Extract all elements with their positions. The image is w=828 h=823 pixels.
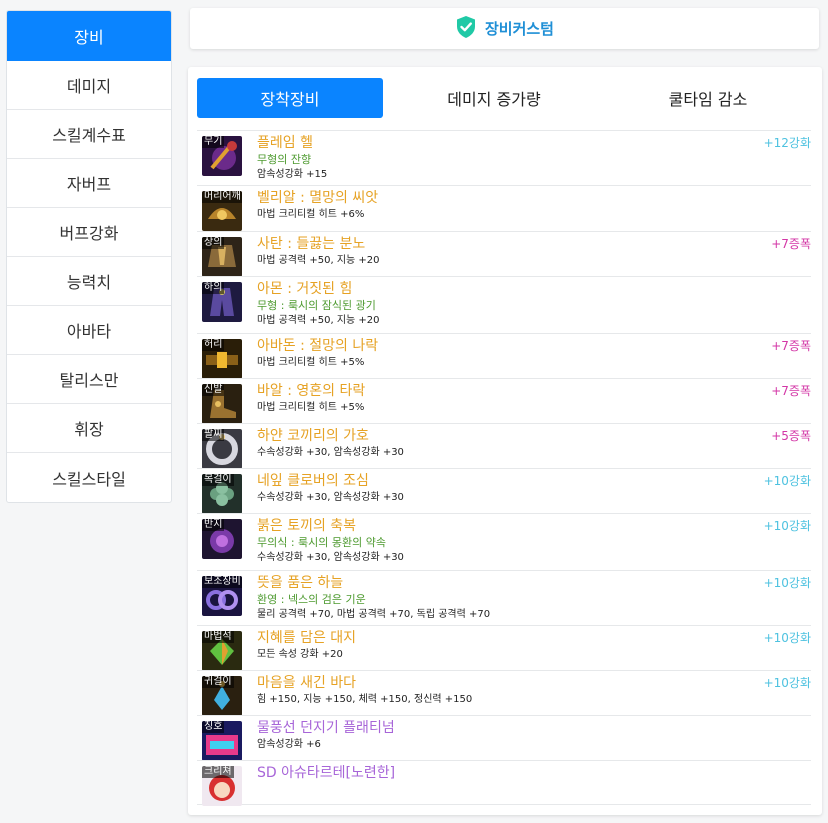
bracelet-icon: 팔찌 (202, 429, 242, 469)
top-armor-icon: 상의 (202, 237, 242, 277)
item-name: 뜻을 품은 하늘 (257, 575, 344, 591)
sidebar-item-talisman[interactable]: 탈리스만 (7, 355, 171, 404)
upgrade-badge: +10강화 (763, 676, 811, 690)
item-stats: 마법 공격력 +50, 지능 +20 (257, 255, 380, 266)
sidebar-item-damage[interactable]: 데미지 (7, 61, 171, 110)
upgrade-badge: +10강화 (763, 631, 811, 645)
sidebar-item-buff-enhance[interactable]: 버프강화 (7, 208, 171, 257)
equipment-row-necklace[interactable]: 목걸이 네잎 클로버의 조심 수속성강화 +30, 암속성강화 +30 +10강… (197, 468, 811, 514)
equipment-panel: 장착장비 데미지 증가량 쿨타임 감소 무기 플레임 헬 무형의 잔향 암속성강… (188, 67, 822, 815)
item-name: 바알 : 영혼의 타락 (257, 383, 366, 399)
sidebar-item-avatar[interactable]: 아바타 (7, 306, 171, 355)
tab-cooldown-reduction[interactable]: 쿨타임 감소 (605, 78, 811, 118)
equipment-row-shoulder[interactable]: 머리어깨 벨리알 : 멸망의 씨앗 마법 크리티컬 히트 +6% (197, 185, 811, 231)
item-option: 무형의 잔향 (257, 153, 312, 166)
ring-icon: 반지 (202, 519, 242, 559)
upgrade-badge: +12강화 (763, 136, 811, 150)
tab-damage-increase[interactable]: 데미지 증가량 (383, 78, 605, 118)
equipment-row-earring[interactable]: 귀걸이 마음을 새긴 바다 힘 +150, 지능 +150, 체력 +150, … (197, 670, 811, 716)
item-option: 환영 : 넥스의 검은 기운 (257, 593, 366, 606)
item-name: 붉은 토끼의 축복 (257, 518, 357, 534)
sidebar-item-equipment[interactable]: 장비 (7, 11, 171, 61)
item-name: 아몬 : 거짓된 힘 (257, 281, 353, 297)
equipment-row-bracelet[interactable]: 팔찌 하얀 코끼리의 가호 수속성강화 +30, 암속성강화 +30 +5증폭 (197, 423, 811, 469)
item-name: 마음을 새긴 바다 (257, 675, 357, 691)
sidebar-item-skill-style[interactable]: 스킬스타일 (7, 453, 171, 502)
equipment-row-magic-stone[interactable]: 마법석 지혜를 담은 대지 모든 속성 강화 +20 +10강화 (197, 625, 811, 671)
item-stats: 힘 +150, 지능 +150, 체력 +150, 정신력 +150 (257, 694, 473, 705)
item-stats: 물리 공격력 +70, 마법 공격력 +70, 독립 공격력 +70 (257, 609, 491, 620)
item-stats: 마법 크리티컬 히트 +6% (257, 209, 365, 220)
shoulder-icon: 머리어깨 (202, 191, 242, 231)
item-stats: 수속성강화 +30, 암속성강화 +30 (257, 552, 404, 563)
upgrade-badge: +10강화 (763, 576, 811, 590)
tab-bar: 장착장비 데미지 증가량 쿨타임 감소 (197, 78, 811, 118)
bottom-armor-icon: 하의 (202, 282, 242, 322)
item-stats: 수속성강화 +30, 암속성강화 +30 (257, 447, 404, 458)
amplify-badge: +5증폭 (771, 429, 811, 443)
necklace-icon: 목걸이 (202, 474, 242, 514)
item-name: 벨리알 : 멸망의 씨앗 (257, 190, 379, 206)
sub-equipment-icon: 보조장비 (202, 576, 242, 616)
item-stats: 모든 속성 강화 +20 (257, 649, 343, 660)
amplify-badge: +7증폭 (771, 237, 811, 251)
shield-check-icon (455, 15, 477, 43)
equipment-custom-button[interactable]: 장비커스텀 (190, 8, 819, 49)
tab-equipped-gear[interactable]: 장착장비 (197, 78, 383, 118)
item-option: 무의식 : 룩시의 몽환의 약속 (257, 536, 387, 549)
item-name: 지혜를 담은 대지 (257, 630, 357, 646)
item-name: 사탄 : 들끓는 분노 (257, 236, 366, 252)
sidebar-menu: 장비 데미지 스킬계수표 자버프 버프강화 능력치 아바타 탈리스만 휘장 스킬… (6, 10, 172, 503)
equipment-row-shoes[interactable]: 신발 바알 : 영혼의 타락 마법 크리티컬 히트 +5% +7증폭 (197, 378, 811, 424)
item-name: SD 아슈타르테[노련한] (257, 765, 396, 781)
equipment-row-sub-weapon[interactable]: 보조장비 뜻을 품은 하늘 환영 : 넥스의 검은 기운 물리 공격력 +70,… (197, 570, 811, 625)
item-name: 아바돈 : 절망의 나락 (257, 338, 379, 354)
equipment-row-belt[interactable]: 허리 아바돈 : 절망의 나락 마법 크리티컬 히트 +5% +7증폭 (197, 333, 811, 379)
sidebar-item-skill-coefficient[interactable]: 스킬계수표 (7, 110, 171, 159)
equipment-row-weapon[interactable]: 무기 플레임 헬 무형의 잔향 암속성강화 +15 +12강화 (197, 130, 811, 185)
equipment-row-top[interactable]: 상의 사탄 : 들끓는 분노 마법 공격력 +50, 지능 +20 +7증폭 (197, 231, 811, 277)
equipment-row-bottom[interactable]: 하의 아몬 : 거짓된 힘 무형 : 룩시의 잠식된 광기 마법 공격력 +50… (197, 276, 811, 333)
item-name: 네잎 클로버의 조심 (257, 473, 369, 489)
upgrade-badge: +10강화 (763, 519, 811, 533)
creature-icon: 크리쳐 (202, 766, 242, 806)
magic-stone-icon: 마법석 (202, 631, 242, 671)
page-title: 장비커스텀 (484, 20, 554, 38)
amplify-badge: +7증폭 (771, 384, 811, 398)
item-stats: 마법 공격력 +50, 지능 +20 (257, 315, 380, 326)
item-option: 무형 : 룩시의 잠식된 광기 (257, 299, 376, 312)
item-name: 하얀 코끼리의 가호 (257, 428, 369, 444)
equipment-row-creature[interactable]: 크리쳐 SD 아슈타르테[노련한] (197, 760, 811, 806)
item-stats: 수속성강화 +30, 암속성강화 +30 (257, 492, 404, 503)
belt-icon: 허리 (202, 339, 242, 379)
item-stats: 마법 크리티컬 히트 +5% (257, 402, 365, 413)
sidebar-item-emblem[interactable]: 휘장 (7, 404, 171, 453)
title-icon: 칭호 (202, 721, 242, 761)
equipment-row-ring[interactable]: 반지 붉은 토끼의 축복 무의식 : 룩시의 몽환의 약속 수속성강화 +30,… (197, 513, 811, 570)
sidebar-item-stats[interactable]: 능력치 (7, 257, 171, 306)
equipment-row-title[interactable]: 칭호 물풍선 던지기 플래티넘 암속성강화 +6 (197, 715, 811, 761)
item-stats: 암속성강화 +6 (257, 739, 321, 750)
item-name: 물풍선 던지기 플래티넘 (257, 720, 395, 736)
item-name: 플레임 헬 (257, 135, 313, 151)
equipment-list: 무기 플레임 헬 무형의 잔향 암속성강화 +15 +12강화 머리어깨 벨리알… (197, 130, 811, 806)
item-stats: 암속성강화 +15 (257, 169, 328, 180)
weapon-icon: 무기 (202, 136, 242, 176)
shoes-icon: 신발 (202, 384, 242, 424)
sidebar-item-self-buff[interactable]: 자버프 (7, 159, 171, 208)
item-stats: 마법 크리티컬 히트 +5% (257, 357, 365, 368)
earring-icon: 귀걸이 (202, 676, 242, 716)
amplify-badge: +7증폭 (771, 339, 811, 353)
upgrade-badge: +10강화 (763, 474, 811, 488)
